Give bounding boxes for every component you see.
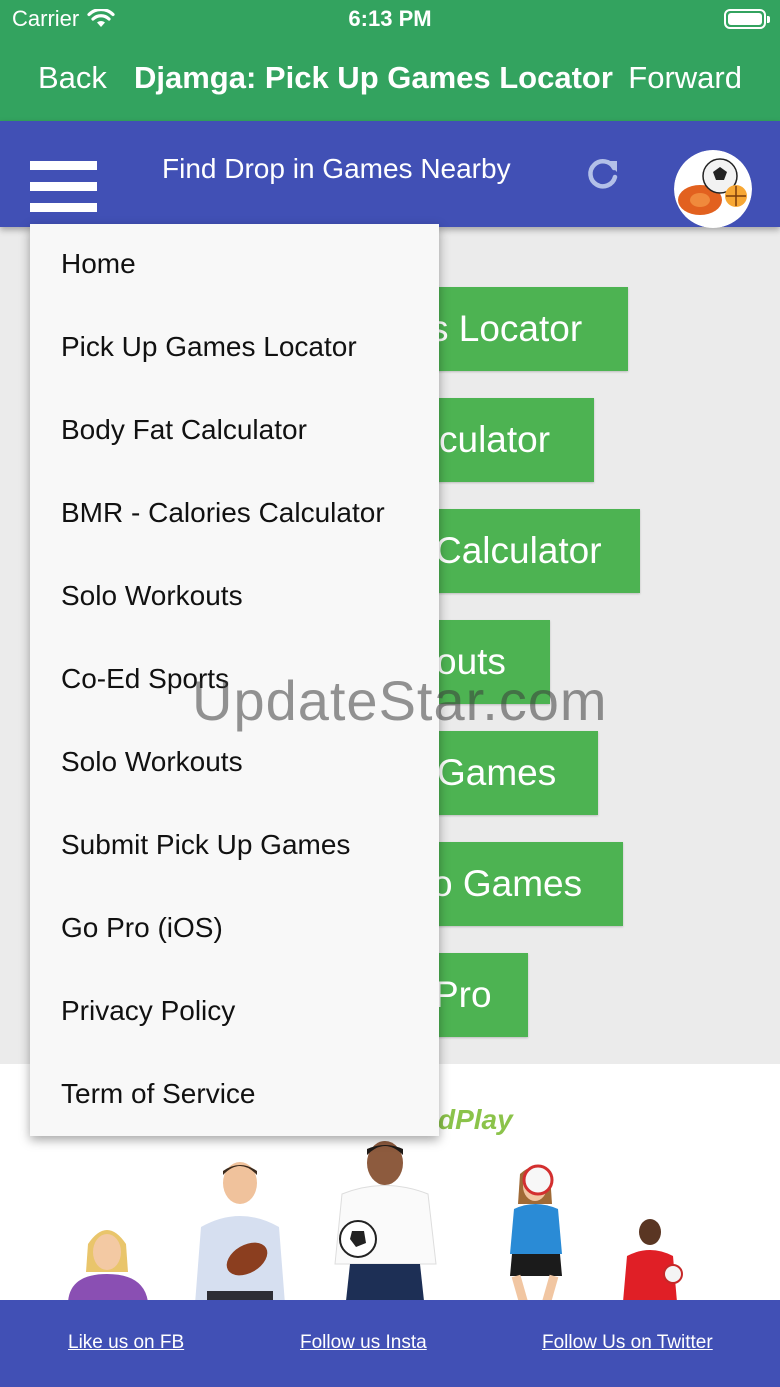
person-boy-icon: [623, 1219, 683, 1301]
status-time: 6:13 PM: [348, 6, 432, 31]
footer: Like us on FB Follow us Insta Follow Us …: [0, 1300, 780, 1387]
side-drawer: Home Pick Up Games Locator Body Fat Calc…: [30, 224, 439, 1136]
drawer-item-submit-pick-up-games[interactable]: Submit Pick Up Games: [61, 829, 350, 861]
app-logo: [674, 150, 752, 228]
person-volleyball-woman-icon: [510, 1164, 562, 1301]
nav-title: Djamga: Pick Up Games Locator: [134, 60, 613, 95]
drawer-item-pick-up-games-locator[interactable]: Pick Up Games Locator: [61, 331, 357, 363]
drawer-item-bmr-calculator[interactable]: BMR - Calories Calculator: [61, 497, 385, 529]
app-header: Find Drop in Games Nearby: [0, 121, 780, 228]
facebook-link[interactable]: Like us on FB: [68, 1332, 184, 1354]
drawer-item-terms-of-service[interactable]: Term of Service: [61, 1078, 256, 1110]
drawer-item-home[interactable]: Home: [61, 248, 136, 280]
app-title: Find Drop in Games Nearby: [162, 153, 511, 184]
instagram-link[interactable]: Follow us Insta: [300, 1332, 427, 1354]
refresh-icon[interactable]: [584, 155, 622, 193]
twitter-link[interactable]: Follow Us on Twitter: [542, 1332, 713, 1354]
drawer-item-body-fat-calculator[interactable]: Body Fat Calculator: [61, 414, 307, 446]
forward-button[interactable]: Forward: [628, 60, 742, 96]
drawer-item-go-pro[interactable]: Go Pro (iOS): [61, 912, 223, 944]
drawer-item-co-ed-sports[interactable]: Co-Ed Sports: [61, 663, 229, 695]
banner-text-line2: dPlay: [438, 1104, 513, 1135]
battery-icon: [724, 9, 770, 29]
nav-bar: Carrier 6:13 PM Back Djamga: Pick Up Gam…: [0, 0, 780, 121]
menu-icon[interactable]: [30, 161, 97, 213]
drawer-item-solo-workouts-2[interactable]: Solo Workouts: [61, 746, 243, 778]
back-button[interactable]: Back: [38, 60, 107, 96]
person-soccer-man-icon: [334, 1141, 437, 1301]
person-football-man-icon: [195, 1162, 285, 1301]
drawer-item-privacy-policy[interactable]: Privacy Policy: [61, 995, 235, 1027]
person-woman-icon: [68, 1230, 148, 1301]
drawer-item-solo-workouts[interactable]: Solo Workouts: [61, 580, 243, 612]
